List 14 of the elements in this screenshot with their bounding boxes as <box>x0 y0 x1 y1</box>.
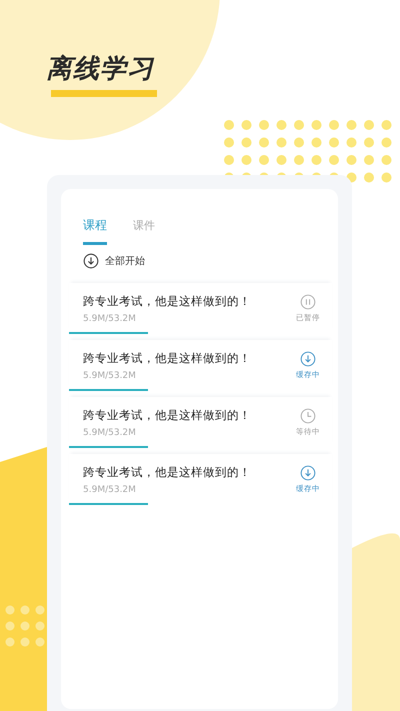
download-size: 5.9M/53.2M <box>83 484 137 494</box>
dot-pattern <box>6 606 44 646</box>
page-title: 离线学习 <box>46 53 156 86</box>
download-size: 5.9M/53.2M <box>83 428 137 438</box>
pause-icon[interactable] <box>300 294 316 310</box>
download-icon[interactable] <box>83 253 99 269</box>
download-size: 5.9M/53.2M <box>83 370 137 380</box>
course-title: 跨专业考试，他是这样做到的！ <box>83 350 251 366</box>
start-all-button[interactable]: 全部开始 <box>105 254 145 268</box>
course-title: 跨专业考试，他是这样做到的！ <box>83 408 251 422</box>
course-title: 跨专业考试，他是这样做到的！ <box>83 464 251 480</box>
clock-icon[interactable] <box>300 408 316 424</box>
download-size: 5.9M/53.2M <box>83 314 137 324</box>
course-title: 跨专业考试，他是这样做到的！ <box>83 294 251 308</box>
